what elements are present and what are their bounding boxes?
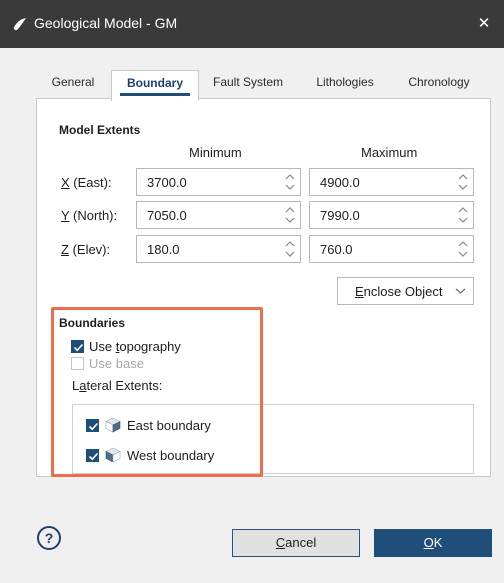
x-east-label: X (East):: [61, 175, 112, 190]
surface-cube-icon: [105, 447, 121, 463]
z-minimum-spinbox[interactable]: 180.0: [136, 235, 301, 263]
east-boundary-checkbox[interactable]: [86, 419, 99, 432]
cancel-button[interactable]: Cancel: [232, 529, 360, 557]
tab-chronology[interactable]: Chronology: [396, 70, 482, 98]
east-boundary-label[interactable]: East boundary: [127, 418, 211, 433]
surface-cube-icon: [105, 417, 121, 433]
spinner-arrows-icon[interactable]: [457, 239, 469, 259]
window-title: Geological Model - GM: [34, 15, 178, 31]
tab-lithologies[interactable]: Lithologies: [304, 70, 386, 98]
boundary-panel: Model Extents Minimum Maximum X (East): …: [36, 98, 491, 477]
tab-bar: General Boundary Fault System Lithologie…: [36, 70, 488, 101]
spinner-arrows-icon[interactable]: [457, 205, 469, 225]
spinner-arrows-icon[interactable]: [457, 172, 469, 192]
use-base-checkbox: [71, 357, 84, 370]
app-logo-icon: [13, 18, 26, 31]
title-bar: Geological Model - GM ✕: [0, 0, 504, 48]
tab-fault-system[interactable]: Fault System: [203, 70, 293, 98]
lateral-extents-label: Lateral Extents:: [72, 378, 163, 393]
model-extents-title: Model Extents: [59, 123, 141, 137]
spinner-arrows-icon[interactable]: [284, 205, 296, 225]
lateral-extents-list: East boundary West boundary: [72, 404, 474, 474]
west-boundary-checkbox[interactable]: [86, 449, 99, 462]
west-boundary-label[interactable]: West boundary: [127, 448, 214, 463]
y-minimum-spinbox[interactable]: 7050.0: [136, 201, 301, 229]
use-base-label: Use base: [89, 356, 144, 371]
maximum-column-header: Maximum: [361, 145, 418, 160]
ok-button[interactable]: OK: [374, 529, 492, 557]
x-minimum-spinbox[interactable]: 3700.0: [136, 168, 301, 196]
tab-general[interactable]: General: [36, 70, 110, 98]
help-icon[interactable]: ?: [37, 526, 61, 550]
minimum-column-header: Minimum: [189, 145, 242, 160]
x-maximum-spinbox[interactable]: 4900.0: [309, 168, 474, 196]
close-icon[interactable]: ✕: [472, 12, 496, 36]
z-elev-label: Z (Elev):: [61, 242, 111, 257]
x-minimum-value: 3700.0: [147, 175, 187, 190]
spinner-arrows-icon[interactable]: [284, 172, 296, 192]
y-maximum-value: 7990.0: [320, 208, 360, 223]
z-minimum-value: 180.0: [147, 242, 180, 257]
enclose-object-button[interactable]: Enclose Object: [337, 277, 474, 305]
y-minimum-value: 7050.0: [147, 208, 187, 223]
spinner-arrows-icon[interactable]: [284, 239, 296, 259]
y-maximum-spinbox[interactable]: 7990.0: [309, 201, 474, 229]
use-topography-label: Use topography: [89, 339, 181, 354]
tab-boundary[interactable]: Boundary: [111, 70, 199, 101]
use-topography-checkbox[interactable]: [71, 340, 84, 353]
x-maximum-value: 4900.0: [320, 175, 360, 190]
chevron-down-icon[interactable]: [455, 287, 466, 295]
z-maximum-spinbox[interactable]: 760.0: [309, 235, 474, 263]
enclose-object-label: Enclose Object: [355, 284, 443, 299]
boundaries-title: Boundaries: [59, 316, 126, 330]
z-maximum-value: 760.0: [320, 242, 353, 257]
y-north-label: Y (North):: [61, 208, 118, 223]
